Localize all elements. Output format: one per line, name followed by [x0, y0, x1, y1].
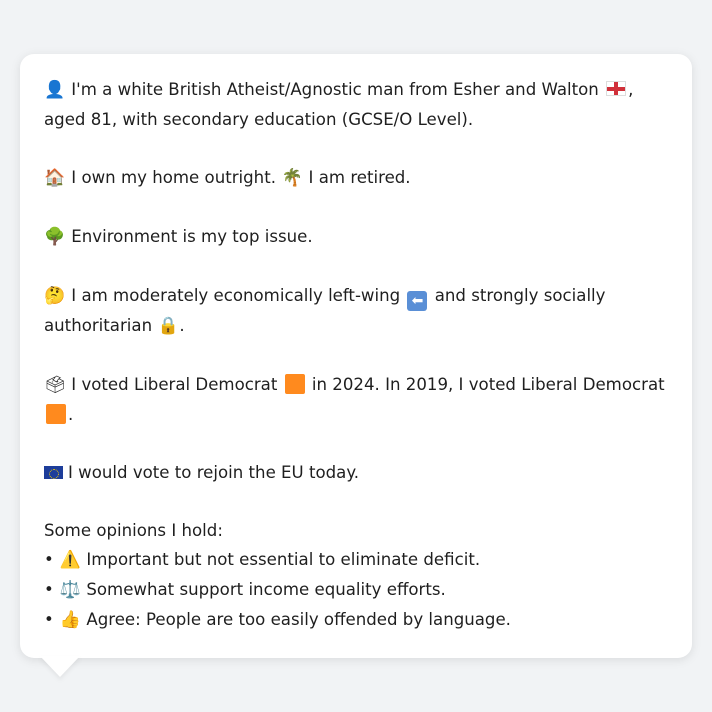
list-item: • ⚖️ Somewhat support income equality ef… [44, 575, 668, 605]
thumbs-up-icon: 👍 [59, 610, 81, 630]
opinions-list: • ⚠️ Important but not essential to elim… [44, 545, 668, 635]
voting-line: 🗳 I voted Liberal Democrat in 2024. In 2… [44, 370, 668, 429]
thinking-face-icon: 🤔 [44, 286, 66, 306]
opinions-heading: Some opinions I hold: [44, 521, 223, 540]
bubble-tail [40, 656, 80, 677]
ballot-box-icon: 🗳 [44, 375, 66, 395]
bullet: • [44, 550, 54, 569]
home-line: 🏠 I own my home outright. 🌴 I am retired… [44, 163, 668, 193]
home-text: I own my home outright. [71, 168, 276, 187]
eu-text: I would vote to rejoin the EU today. [68, 463, 360, 482]
top-issue-line: 🌳 Environment is my top issue. [44, 222, 668, 252]
bullet: • [44, 580, 54, 599]
england-flag-icon [606, 81, 627, 96]
left-arrow-icon: ⬅ [407, 291, 428, 311]
list-item: • 👍 Agree: People are too easily offende… [44, 605, 668, 635]
opinions-section: Some opinions I hold: [44, 516, 668, 545]
opinion-text: Somewhat support income equality efforts… [86, 580, 446, 599]
opinion-text: Agree: People are too easily offended by… [86, 610, 511, 629]
eu-flag-icon [44, 466, 63, 479]
orange-square-icon [284, 374, 305, 394]
eu-line: I would vote to rejoin the EU today. [44, 458, 668, 487]
voting-end: . [68, 405, 74, 424]
vote-2024-text: I voted Liberal Democrat [71, 375, 278, 394]
chat-message-bubble: 👤 I'm a white British Atheist/Agnostic m… [20, 54, 692, 658]
ideology-line: 🤔 I am moderately economically left-wing… [44, 281, 668, 341]
list-item: • ⚠️ Important but not essential to elim… [44, 545, 668, 575]
tree-icon: 🌳 [44, 227, 66, 247]
orange-square-icon [46, 404, 66, 424]
economic-text: I am moderately economically left-wing [71, 286, 401, 305]
identity-line: 👤 I'm a white British Atheist/Agnostic m… [44, 75, 668, 134]
retired-text: I am retired. [308, 168, 411, 187]
bullet: • [44, 610, 54, 629]
warning-icon: ⚠️ [59, 550, 81, 570]
ideology-end: . [179, 316, 185, 335]
lock-icon: 🔒 [157, 316, 179, 336]
vote-2019-text: in 2024. In 2019, I voted Liberal Democr… [311, 375, 665, 394]
palm-tree-icon: 🌴 [281, 168, 303, 188]
person-icon: 👤 [44, 80, 66, 100]
top-issue-text: Environment is my top issue. [71, 227, 313, 246]
opinion-text: Important but not essential to eliminate… [86, 550, 481, 569]
scales-icon: ⚖️ [59, 580, 81, 600]
house-icon: 🏠 [44, 168, 66, 188]
identity-text-a: I'm a white British Atheist/Agnostic man… [71, 80, 599, 99]
